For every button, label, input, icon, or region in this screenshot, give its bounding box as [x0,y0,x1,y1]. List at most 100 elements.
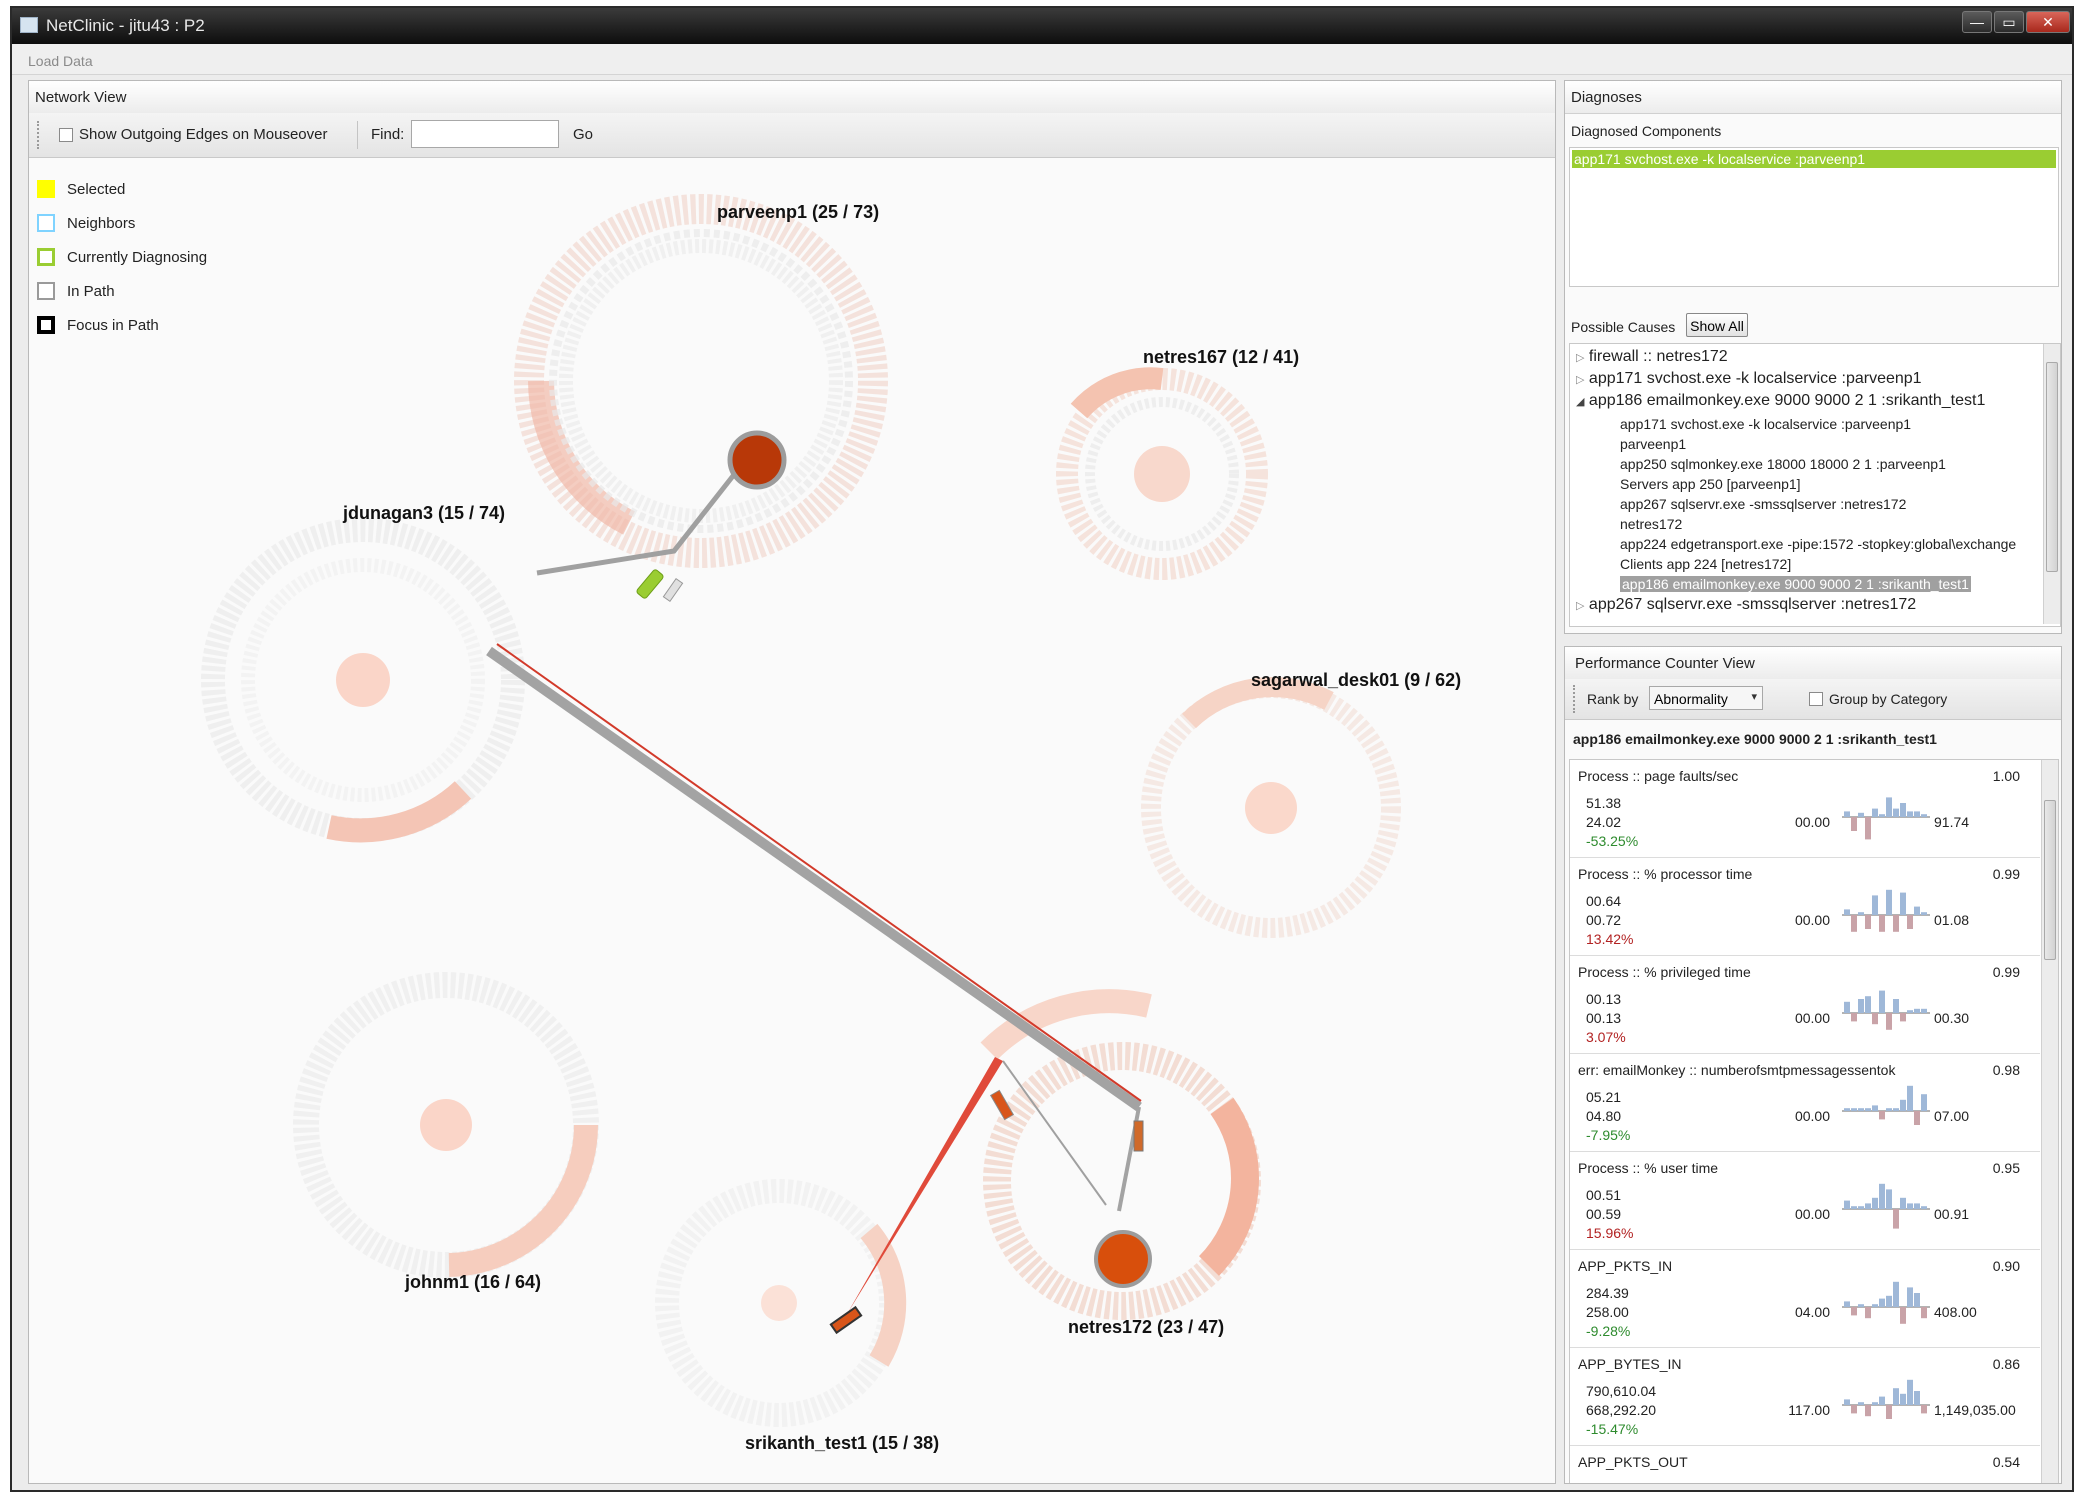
spark-bar-up [1893,999,1899,1013]
show-edges-checkbox[interactable] [59,128,73,142]
spark-bar-up [1907,811,1913,817]
rank-by-select[interactable]: Abnormality ▾ [1649,686,1763,710]
tree-child-item[interactable]: app224 edgetransport.exe -pipe:1572 -sto… [1620,536,2016,552]
possible-causes-label: Possible Causes [1571,319,1676,335]
spark-bar-up [1921,1094,1927,1111]
node-netres172-center[interactable] [1094,1230,1152,1288]
tree-scrollbar[interactable] [2043,344,2060,624]
node-label-netres172[interactable]: netres172 (23 / 47) [1068,1317,1224,1338]
node-label-johnm1[interactable]: johnm1 (16 / 64) [405,1272,541,1293]
spark-bar-down [1893,915,1899,932]
maximize-button[interactable]: ▭ [1994,11,2024,33]
tree-child-item[interactable]: app250 sqlmonkey.exe 18000 18000 2 1 :pa… [1620,456,1946,472]
spark-bar-down [1907,915,1913,929]
perf-scrollbar[interactable] [2041,760,2058,1483]
menu-load-data[interactable]: Load Data [28,53,93,69]
tree-node-app267[interactable]: ▷ app267 sqlservr.exe -smssqlserver :net… [1576,596,1916,614]
perf-counter-row[interactable]: APP_PKTS_IN 0.90 284.39 258.00 -9.28% 04.00 40… [1570,1250,2040,1348]
diagnosed-component-item[interactable]: app171 svchost.exe -k localservice :parv… [1572,150,2056,168]
toolbar-grip[interactable] [1573,685,1578,713]
perf-value-current: 258.00 [1586,1304,1629,1320]
perf-sparkline [1842,990,1930,1030]
node-label-parveenp1[interactable]: parveenp1 (25 / 73) [717,202,879,223]
tree-child-item[interactable]: app171 svchost.exe -k localservice :parv… [1620,416,1911,432]
tree-node-app171[interactable]: ▷ app171 svchost.exe -k localservice :pa… [1576,370,1922,388]
spark-bar-up [1900,1393,1906,1405]
diagnoses-header: Diagnoses [1565,81,2061,114]
group-by-category-checkbox[interactable] [1809,692,1823,706]
node-ring-jdunagan3 [201,518,525,843]
spark-bar-up [1865,1108,1871,1111]
spark-bar-down [1886,1013,1892,1030]
perf-counter-row[interactable]: Process :: % privileged time 0.99 00.13 00.… [1570,956,2040,1054]
perf-counter-row[interactable]: APP_BYTES_IN 0.86 790,610.04 668,292.20 -15.… [1570,1348,2040,1446]
perf-sparkline [1842,889,1930,932]
node-label-netres167[interactable]: netres167 (12 / 41) [1143,347,1299,368]
tree-child-item[interactable]: parveenp1 [1620,436,1686,452]
perf-counter-score: 0.95 [1992,1160,2020,1176]
perf-min-value: 00.00 [1794,1010,1830,1026]
perf-counter-row[interactable]: err: emailMonkey :: numberofsmtpmessages… [1570,1054,2040,1152]
diagnoses-title: Diagnoses [1571,89,1642,106]
spark-bar-up [1907,1379,1913,1405]
possible-causes-tree[interactable]: ▷ firewall :: netres172 ▷ app171 svchost… [1569,343,2061,627]
minimize-button[interactable]: — [1962,11,1992,33]
toolbar-grip[interactable] [37,121,42,149]
spark-bar-up [1886,1295,1892,1307]
spark-bar-down [1851,817,1857,831]
spark-bar-up [1886,889,1892,915]
tree-node-app186[interactable]: ◢ app186 emailmonkey.exe 9000 9000 2 1 :… [1576,392,1985,410]
node-ring-sagarwal [1141,677,1401,938]
node-label-jdunagan3[interactable]: jdunagan3 (15 / 74) [343,503,505,524]
spark-bar-up [1914,811,1920,817]
perf-value-mean: 00.51 [1586,1187,1622,1203]
perf-counter-score: 0.99 [1992,866,2020,882]
find-input[interactable] [411,120,559,148]
network-graph[interactable] [29,161,1555,1461]
spark-bar-up [1865,996,1871,1013]
tree-child-item[interactable]: Servers app 250 [parveenp1] [1620,476,1801,492]
collapsed-arrow-icon[interactable]: ▷ [1576,600,1584,612]
spark-bar-down [1865,817,1871,840]
perf-counter-list[interactable]: Process :: page faults/sec 1.00 51.38 24.02… [1569,759,2059,1483]
perf-counter-row[interactable]: Process :: page faults/sec 1.00 51.38 24.02… [1570,760,2040,858]
perf-min-value: 00.00 [1794,1108,1830,1124]
tree-child-item[interactable]: netres172 [1620,516,1682,532]
tree-node-firewall[interactable]: ▷ firewall :: netres172 [1576,348,1728,366]
find-label: Find: [371,126,405,143]
node-parveenp1-center[interactable] [727,430,787,490]
network-view-panel: Network View Show Outgoing Edges on Mous… [28,80,1556,1484]
perf-scroll-thumb[interactable] [2044,800,2056,960]
perf-counter-row[interactable]: Process :: % processor time 0.99 00.64 00.7… [1570,858,2040,956]
perf-counter-row[interactable]: Process :: % user time 0.95 00.51 00.59 15.9… [1570,1152,2040,1250]
node-label-srikanth[interactable]: srikanth_test1 (15 / 38) [745,1433,939,1454]
perf-max-value: 01.08 [1934,912,1970,928]
collapsed-arrow-icon[interactable]: ▷ [1576,374,1584,386]
spark-bar-up [1851,1206,1857,1209]
perf-counter-name: Process :: page faults/sec [1578,768,1739,784]
show-all-button[interactable]: Show All [1686,313,1748,337]
close-button[interactable]: ✕ [2026,11,2070,33]
perf-counter-row[interactable]: APP_PKTS_OUT 0.54 [1570,1446,2040,1483]
spark-bar-up [1879,990,1885,1013]
node-label-sagarwal[interactable]: sagarwal_desk01 (9 / 62) [1251,670,1461,691]
spark-bar-down [1865,915,1871,929]
tree-scroll-thumb[interactable] [2046,362,2058,572]
tree-child-item[interactable]: Clients app 224 [netres172] [1620,556,1791,572]
spark-bar-down [1886,1405,1892,1419]
go-button[interactable]: Go [573,126,593,143]
perf-value-current: 668,292.20 [1586,1402,1657,1418]
spark-bar-down [1921,1307,1927,1319]
spark-bar-up [1844,1108,1850,1111]
diagnoses-panel: Diagnoses Diagnosed Components app171 sv… [1564,80,2062,634]
collapsed-arrow-icon[interactable]: ▷ [1576,352,1584,364]
tree-child-item[interactable]: app267 sqlservr.exe -smssqlserver :netre… [1620,496,1906,512]
spark-bar-up [1900,1197,1906,1209]
expanded-arrow-icon[interactable]: ◢ [1576,396,1584,408]
diagnosed-components-list[interactable]: app171 svchost.exe -k localservice :parv… [1569,147,2059,287]
title-bar[interactable]: NetClinic - jitu43 : P2 — ▭ ✕ [12,8,2072,44]
perf-value-change: -53.25% [1586,833,1639,849]
node-ring-johnm1 [293,972,599,1278]
tree-child-item-selected[interactable]: app186 emailmonkey.exe 9000 9000 2 1 :sr… [1620,576,1971,592]
perf-counter-name: Process :: % processor time [1578,866,1753,882]
